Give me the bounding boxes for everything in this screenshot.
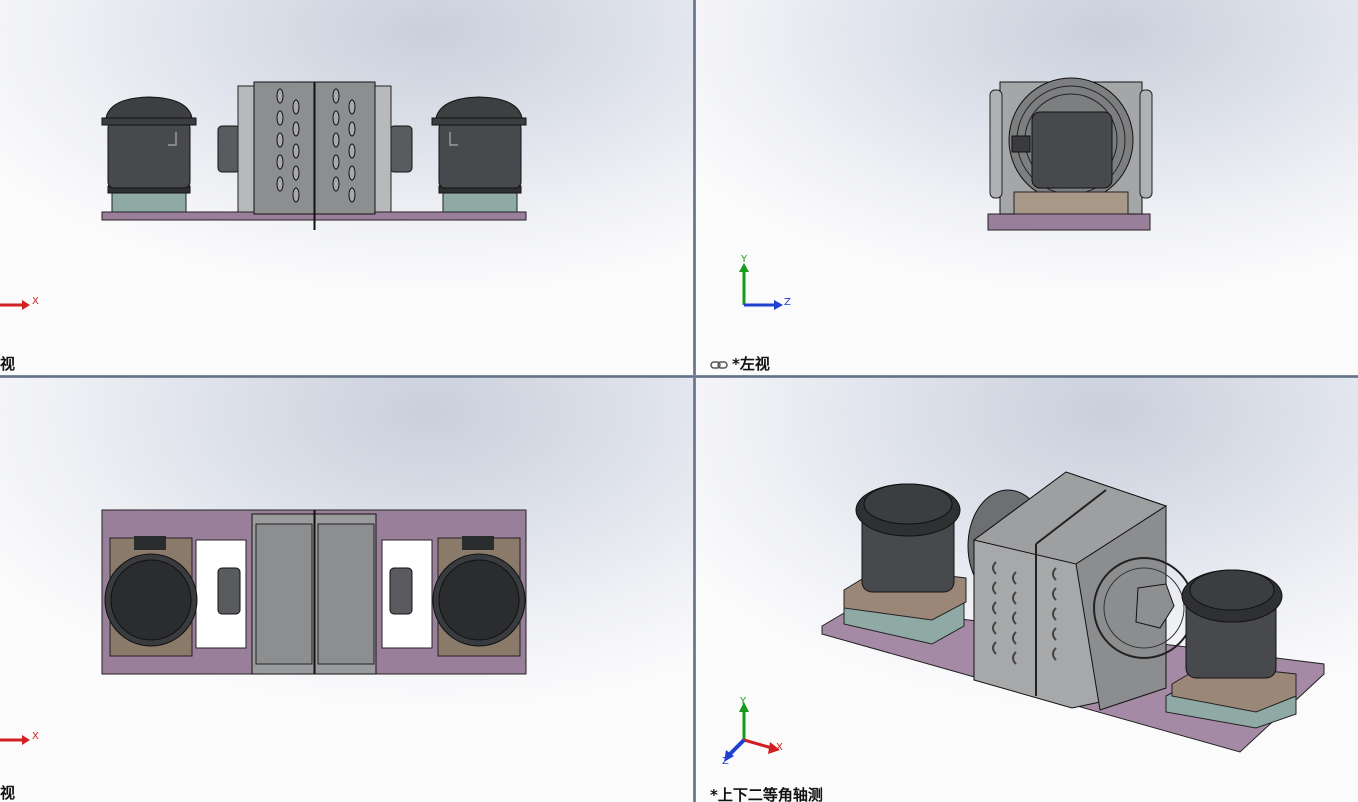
- view-name-top: 视: [0, 784, 16, 802]
- front-view-model: [0, 81, 527, 310]
- viewport-front[interactable]: X 视: [0, 0, 693, 375]
- compressor-right-iso: [1165, 569, 1297, 729]
- view-name-isometric: *上下二等角轴测: [710, 786, 823, 802]
- condenser-front: [237, 81, 392, 230]
- axis-label-y: Y: [741, 254, 748, 265]
- axis-label-y: Y: [740, 696, 747, 707]
- condenser-iso: [967, 471, 1195, 711]
- axis-label-x: X: [32, 731, 39, 742]
- view-name-front: 视: [0, 355, 16, 373]
- axis-label-z: Z: [722, 756, 729, 767]
- coordinate-triad-icon: [0, 300, 30, 310]
- view-name-left: *左视: [710, 353, 770, 374]
- compressor-left-iso: [843, 483, 967, 645]
- view-name-left-text: *左视: [732, 355, 770, 373]
- isometric-view-model: [724, 471, 1325, 762]
- compressor-left-top: [104, 536, 198, 657]
- viewport-isometric[interactable]: Y X Z *上下二等角轴测: [696, 378, 1358, 802]
- coordinate-triad-icon: [739, 263, 783, 310]
- axis-label-x: X: [776, 742, 783, 753]
- compressor-right-top: [432, 536, 526, 657]
- axis-label-x: X: [32, 296, 39, 307]
- top-view-model: [0, 509, 527, 745]
- condenser-top: [251, 510, 377, 675]
- coordinate-triad-icon: [0, 735, 30, 745]
- viewport-top[interactable]: X 视: [0, 378, 693, 802]
- compressor-right: [431, 96, 527, 213]
- coordinate-triad-icon: [724, 702, 780, 762]
- link-icon[interactable]: [710, 356, 728, 374]
- axis-label-z: Z: [784, 297, 791, 308]
- compressor-left: [101, 96, 197, 213]
- left-view-model: [739, 77, 1153, 310]
- viewport-left[interactable]: Y Z *左视: [696, 0, 1358, 375]
